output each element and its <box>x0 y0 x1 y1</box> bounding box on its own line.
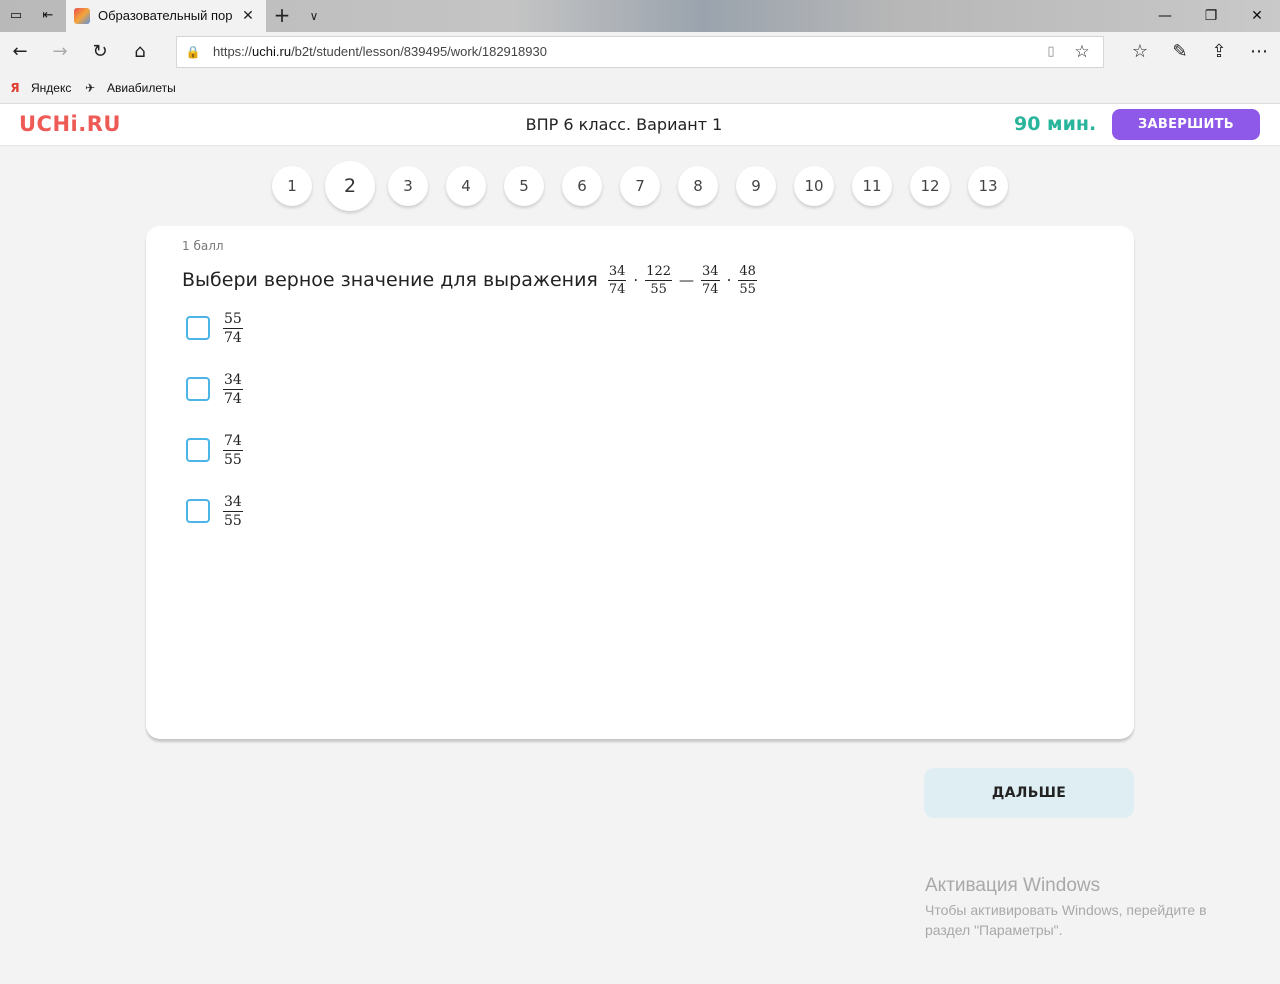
question-nav-6[interactable]: 6 <box>562 166 602 206</box>
next-button[interactable]: ДАЛЬШЕ <box>924 768 1134 818</box>
operator: · <box>726 271 732 289</box>
windows-activation-watermark: Активация Windows Чтобы активировать Win… <box>925 875 1265 940</box>
question-nav-7[interactable]: 7 <box>620 166 660 206</box>
question-nav-3[interactable]: 3 <box>388 166 428 206</box>
answer-option-4[interactable]: 34 55 <box>186 491 244 531</box>
airplane-icon[interactable]: ✈ <box>82 80 98 96</box>
answer-fraction[interactable]: 34 74 <box>222 372 244 407</box>
fraction: 122 55 <box>645 263 673 297</box>
answer-fraction[interactable]: 34 55 <box>222 494 244 529</box>
browser-tab-active[interactable]: Образовательный пор ✕ <box>66 0 266 32</box>
answer-option-1[interactable]: 55 74 <box>186 308 244 348</box>
site-favicon-icon <box>74 8 90 24</box>
bookmark-aviatickets[interactable]: Авиабилеты <box>107 72 176 104</box>
reading-view-icon[interactable]: ▯ <box>1043 44 1059 60</box>
restore-button[interactable]: ❐ <box>1188 0 1234 32</box>
yandex-icon[interactable]: Я <box>7 80 23 96</box>
tabs-aside-icon[interactable]: ⇤ <box>40 8 56 24</box>
watermark-text: Чтобы активировать Windows, перейдите вр… <box>925 902 1207 938</box>
question-nav-2[interactable]: 2 <box>325 161 375 211</box>
tab-list-chevron-icon[interactable]: ∨ <box>305 6 323 26</box>
question-nav-12[interactable]: 12 <box>910 166 950 206</box>
more-menu-icon[interactable]: ⋯ <box>1247 40 1271 64</box>
question-nav: 1 2 3 4 5 6 7 8 9 10 11 12 13 <box>0 161 1280 215</box>
browser-navbar: ← → ↻ ⌂ 🔒 https://uchi.ru/b2t/student/le… <box>0 32 1280 72</box>
math-expression: 34 74 · 122 55 — 34 74 · 48 55 <box>607 264 758 297</box>
tab-title: Образовательный пор <box>98 8 233 23</box>
tab-actions-icon[interactable]: ▭ <box>8 8 24 24</box>
answer-checkbox[interactable] <box>186 316 210 340</box>
timer: 90 мин. <box>1014 113 1097 135</box>
lock-icon[interactable]: 🔒 <box>185 44 201 60</box>
answer-checkbox[interactable] <box>186 377 210 401</box>
question-nav-5[interactable]: 5 <box>504 166 544 206</box>
answer-fraction[interactable]: 55 74 <box>222 311 244 346</box>
pen-notes-icon[interactable]: ✎ <box>1168 40 1192 64</box>
fraction: 48 55 <box>738 263 757 297</box>
new-tab-button[interactable]: + <box>272 5 292 26</box>
bookmarks-bar: Я Яндекс ✈ Авиабилеты <box>0 72 1280 104</box>
operator: — <box>679 271 695 289</box>
address-url[interactable]: https://uchi.ru/b2t/student/lesson/83949… <box>213 37 547 67</box>
close-tab-icon[interactable]: ✕ <box>240 8 256 24</box>
add-favorite-star-icon[interactable]: ☆ <box>1073 43 1091 61</box>
question-nav-10[interactable]: 10 <box>794 166 834 206</box>
question-nav-8[interactable]: 8 <box>678 166 718 206</box>
share-icon[interactable]: ⇪ <box>1207 40 1231 64</box>
refresh-button[interactable]: ↻ <box>88 40 112 64</box>
question-nav-11[interactable]: 11 <box>852 166 892 206</box>
home-button[interactable]: ⌂ <box>128 40 152 64</box>
question-nav-4[interactable]: 4 <box>446 166 486 206</box>
forward-button[interactable]: → <box>48 40 72 64</box>
fraction: 34 74 <box>701 263 720 297</box>
back-button[interactable]: ← <box>8 40 32 64</box>
question-points: 1 балл <box>182 239 224 253</box>
question-nav-1[interactable]: 1 <box>272 166 312 206</box>
question-card: 1 балл Выбери верное значение для выраже… <box>146 226 1134 739</box>
watermark-title: Активация Windows <box>925 875 1101 896</box>
question-text: Выбери верное значение для выражения 34 7… <box>182 262 758 298</box>
answer-checkbox[interactable] <box>186 438 210 462</box>
window-close-button[interactable]: ✕ <box>1234 0 1280 32</box>
answer-fraction[interactable]: 74 55 <box>222 433 244 468</box>
question-nav-13[interactable]: 13 <box>968 166 1008 206</box>
answer-option-3[interactable]: 74 55 <box>186 430 244 470</box>
app-header: UCHi.RU ВПР 6 класс. Вариант 1 90 мин. З… <box>0 104 1280 146</box>
favorites-icon[interactable]: ☆ <box>1128 40 1152 64</box>
address-bar[interactable]: 🔒 https://uchi.ru/b2t/student/lesson/839… <box>176 36 1104 68</box>
bookmark-yandex[interactable]: Яндекс <box>31 72 71 104</box>
minimize-button[interactable]: — <box>1142 0 1188 32</box>
fraction: 34 74 <box>607 263 627 297</box>
answer-option-2[interactable]: 34 74 <box>186 369 244 409</box>
question-prompt: Выбери верное значение для выражения <box>182 269 598 291</box>
question-nav-9[interactable]: 9 <box>736 166 776 206</box>
answer-checkbox[interactable] <box>186 499 210 523</box>
operator: · <box>633 271 639 289</box>
finish-button[interactable]: ЗАВЕРШИТЬ <box>1112 109 1260 140</box>
browser-titlebar: ▭ ⇤ Образовательный пор ✕ + ∨ — ❐ ✕ <box>0 0 1280 32</box>
